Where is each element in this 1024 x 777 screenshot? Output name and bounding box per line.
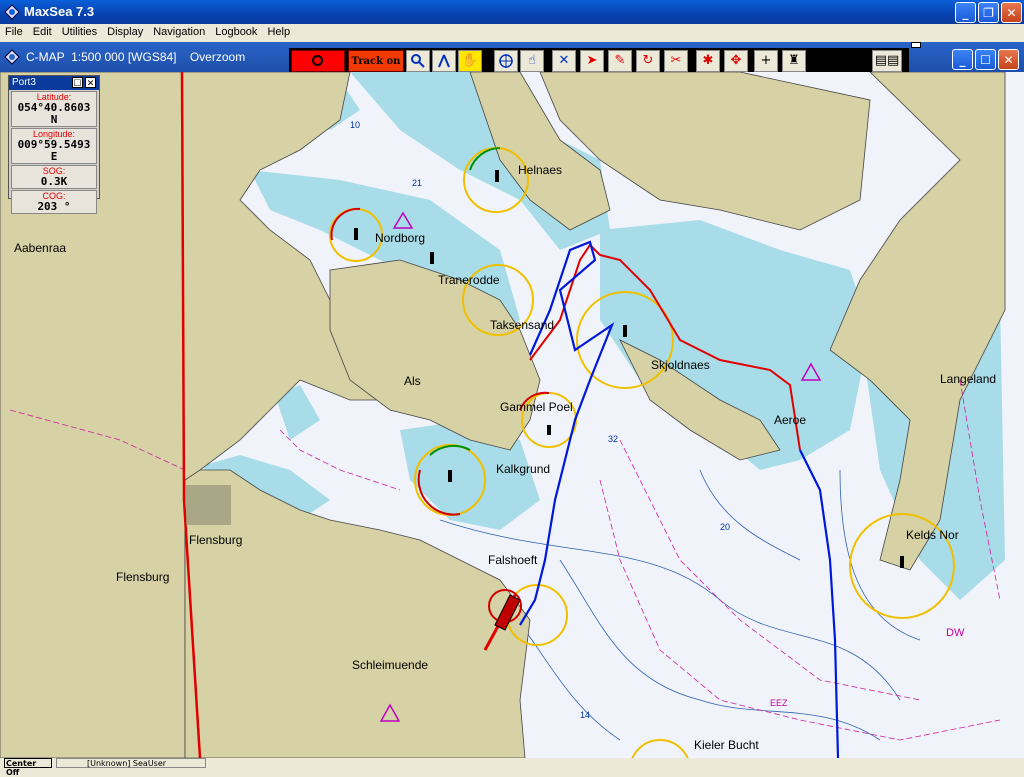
menu-logbook[interactable]: Logbook bbox=[210, 24, 262, 38]
label-taksensand: Taksensand bbox=[490, 318, 554, 332]
cut-tool-button[interactable]: ✂ bbox=[664, 50, 688, 72]
maxsea-app-icon bbox=[4, 4, 20, 20]
route-tool-button[interactable]: ✕ bbox=[552, 50, 576, 72]
label-langeland: Langeland bbox=[940, 372, 996, 386]
stop-record-button[interactable] bbox=[291, 50, 345, 72]
lighthouse-tool-button[interactable]: ♜ bbox=[782, 50, 806, 72]
user-status: [Unknown] SeaUser bbox=[56, 758, 206, 768]
plus-icon: + bbox=[760, 53, 772, 68]
scissors-icon: ✂ bbox=[670, 53, 682, 68]
pan-hand-button[interactable]: ✋ bbox=[458, 50, 482, 72]
mark-target-icon: ✱ bbox=[702, 53, 714, 68]
longitude-value: 009°59.5493 E bbox=[17, 138, 91, 163]
chart-canvas[interactable]: Aabenraa Helnaes Nordborg Tranerodde Tak… bbox=[0, 72, 1024, 758]
status-bar: Center Off [Unknown] SeaUser bbox=[0, 758, 1024, 777]
menu-utilities[interactable]: Utilities bbox=[57, 24, 102, 38]
nautical-chart[interactable]: Aabenraa Helnaes Nordborg Tranerodde Tak… bbox=[0, 72, 1024, 758]
depth-32: 32 bbox=[608, 434, 618, 444]
move-tool-button[interactable]: ✥ bbox=[724, 50, 748, 72]
sog-field: SOG: 0.3K bbox=[11, 165, 97, 189]
center-tool-button[interactable] bbox=[494, 50, 518, 72]
label-tranerodde: Tranerodde bbox=[438, 273, 500, 287]
map-toolbar: Track on ✋ ☝ ✕ ➤ ✎ ↻ ✂ ✱ ✥ + ♜ ▤▤ bbox=[289, 48, 909, 74]
chart-close-button[interactable]: ✕ bbox=[998, 49, 1019, 70]
menu-display[interactable]: Display bbox=[102, 24, 148, 38]
chart-minimize-button[interactable]: _ bbox=[952, 49, 973, 70]
menu-navigation[interactable]: Navigation bbox=[148, 24, 210, 38]
compass-tool-button[interactable] bbox=[432, 50, 456, 72]
latitude-value: 054°40.8603 N bbox=[17, 101, 91, 126]
label-helnaes: Helnaes bbox=[518, 163, 562, 177]
label-kieler-bucht: Kieler Bucht bbox=[694, 738, 759, 752]
move-arrows-icon: ✥ bbox=[730, 53, 742, 68]
dw-label: DW bbox=[946, 627, 965, 639]
arrow-tool-button[interactable]: ➤ bbox=[580, 50, 604, 72]
latitude-field: Latitude: 054°40.8603 N bbox=[11, 91, 97, 127]
cog-value: 203 ° bbox=[37, 200, 71, 213]
select-hand-button[interactable]: ☝ bbox=[520, 50, 544, 72]
restore-button[interactable]: ❐ bbox=[978, 2, 999, 23]
depth-14: 14 bbox=[580, 710, 590, 720]
eez-label: EEZ bbox=[770, 698, 788, 708]
magnifier-icon bbox=[411, 54, 425, 68]
longitude-field: Longitude: 009°59.5493 E bbox=[11, 128, 97, 164]
gps-panel-header[interactable]: Port3 ☐ ✕ bbox=[9, 76, 99, 90]
title-bar: MaxSea 7.3 _ ❐ ✕ bbox=[0, 0, 1024, 24]
gps-panel-title: Port3 bbox=[12, 77, 36, 88]
label-kelds-nor: Kelds Nor bbox=[906, 528, 959, 542]
label-falshoeft: Falshoeft bbox=[488, 553, 538, 567]
cog-field: COG: 203 ° bbox=[11, 190, 97, 214]
label-skjoldnaes: Skjoldnaes bbox=[651, 358, 710, 372]
gps-panel[interactable]: Port3 ☐ ✕ Latitude: 054°40.8603 N Longit… bbox=[8, 75, 100, 214]
minimize-button[interactable]: _ bbox=[955, 2, 976, 23]
center-off-status[interactable]: Center Off bbox=[4, 758, 52, 777]
sog-value: 0.3K bbox=[40, 175, 68, 188]
hand-icon: ✋ bbox=[461, 53, 479, 68]
menu-edit[interactable]: Edit bbox=[28, 24, 57, 38]
menu-bar: File Edit Utilities Display Navigation Logboo… bbox=[0, 24, 1024, 42]
chart-info-label: C-MAP 1:500 000 [WGS84] Overzoom bbox=[26, 50, 246, 64]
pencil-icon: ✎ bbox=[614, 53, 626, 68]
crosshair-circle-icon bbox=[499, 54, 513, 68]
pointer-hand-icon: ☝ bbox=[528, 53, 536, 68]
chart-window-icon bbox=[4, 49, 20, 65]
depth-20: 20 bbox=[720, 522, 730, 532]
arrow-cursor-icon: ➤ bbox=[586, 53, 598, 68]
zoom-tool-button[interactable] bbox=[406, 50, 430, 72]
label-aabenraa: Aabenraa bbox=[14, 241, 66, 255]
track-on-button[interactable]: Track on bbox=[348, 50, 404, 72]
route-cross-icon: ✕ bbox=[558, 53, 570, 68]
chart-maximize-button[interactable]: ☐ bbox=[975, 49, 996, 70]
lighthouse-icon: ♜ bbox=[788, 53, 800, 68]
pencil-tool-button[interactable]: ✎ bbox=[608, 50, 632, 72]
label-schleimuende: Schleimuende bbox=[352, 658, 428, 672]
label-gammel-poel: Gammel Poel bbox=[500, 400, 573, 414]
gps-panel-restore-button[interactable]: ☐ bbox=[72, 77, 83, 88]
rotate-icon: ↻ bbox=[642, 53, 654, 68]
close-button[interactable]: ✕ bbox=[1001, 2, 1022, 23]
rotate-tool-button[interactable]: ↻ bbox=[636, 50, 660, 72]
compass-divider-icon bbox=[438, 54, 450, 68]
label-flensburg-2: Flensburg bbox=[116, 570, 169, 584]
depth-21: 21 bbox=[412, 178, 422, 188]
record-ring-icon bbox=[312, 55, 323, 66]
label-nordborg: Nordborg bbox=[375, 231, 425, 245]
menu-help[interactable]: Help bbox=[262, 24, 295, 38]
label-als: Als bbox=[404, 374, 421, 388]
menu-file[interactable]: File bbox=[0, 24, 28, 38]
toolbar-grip[interactable] bbox=[911, 42, 921, 48]
window-title: MaxSea 7.3 bbox=[24, 4, 95, 19]
label-flensburg-1: Flensburg bbox=[189, 533, 242, 547]
hatched-area bbox=[186, 485, 231, 525]
gps-panel-close-button[interactable]: ✕ bbox=[85, 77, 96, 88]
depth-10: 10 bbox=[350, 120, 360, 130]
label-aeroe: Aeroe bbox=[774, 413, 806, 427]
add-tool-button[interactable]: + bbox=[754, 50, 778, 72]
label-kalkgrund: Kalkgrund bbox=[496, 462, 550, 476]
mark-tool-button[interactable]: ✱ bbox=[696, 50, 720, 72]
layers-icon: ▤▤ bbox=[874, 53, 900, 68]
layers-tool-button[interactable]: ▤▤ bbox=[872, 50, 902, 72]
